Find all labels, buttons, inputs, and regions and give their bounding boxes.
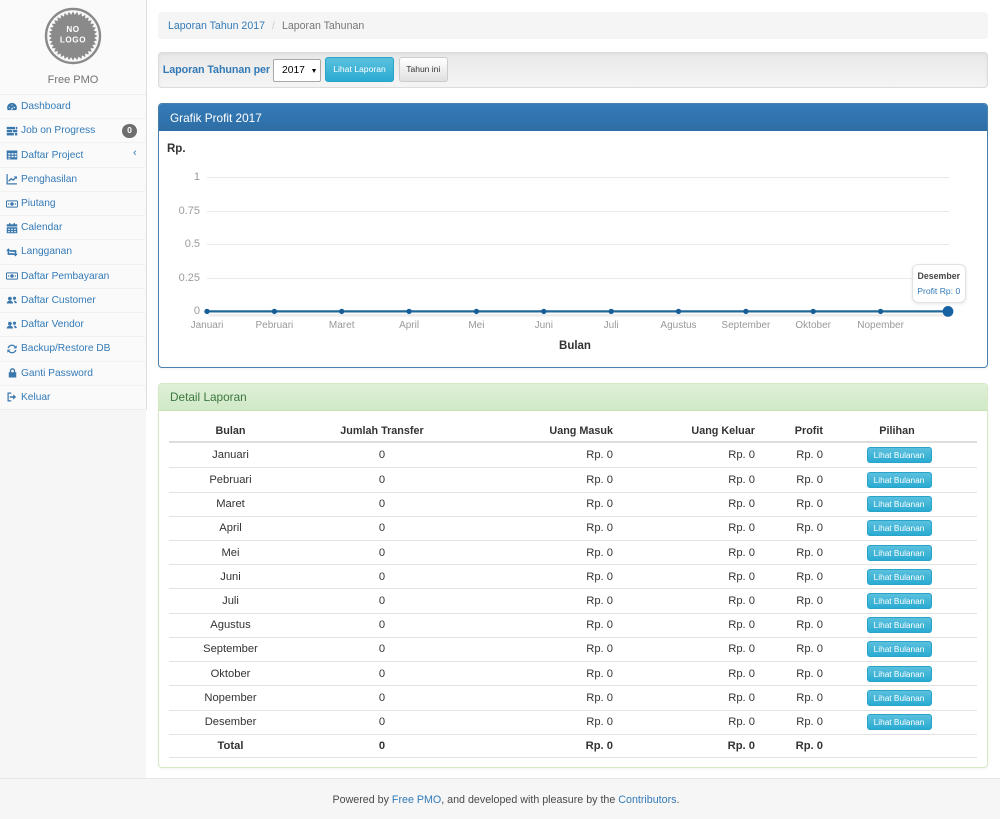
svg-text:NO: NO bbox=[66, 25, 79, 34]
svg-text:LOGO: LOGO bbox=[60, 36, 86, 45]
